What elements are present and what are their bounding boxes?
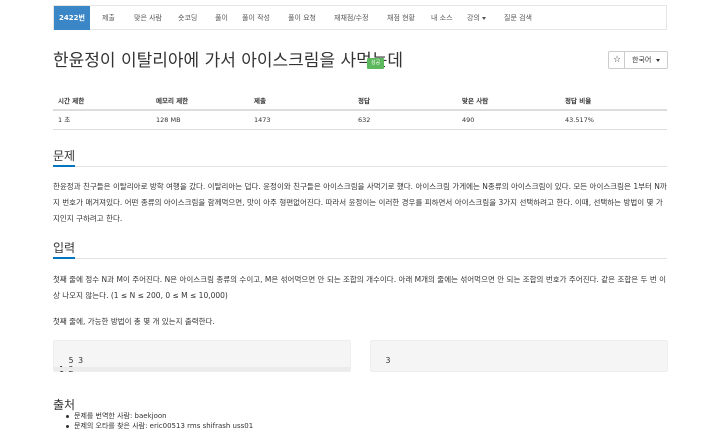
table-row: 1 초 128 MB 1473 632 490 43.517% bbox=[53, 111, 667, 130]
nav-write-solution[interactable]: 풀이 작성 bbox=[242, 6, 270, 30]
sample-output-text: 3 bbox=[385, 356, 391, 365]
nav-request-solution[interactable]: 풀이 요청 bbox=[288, 6, 316, 30]
submissions-value: 1473 bbox=[254, 116, 271, 124]
section-divider bbox=[53, 166, 667, 167]
nav-short-coding[interactable]: 숏코딩 bbox=[178, 6, 197, 30]
problem-nav: 2422번 제출 맞은 사람 숏코딩 풀이 풀이 작성 풀이 요청 재채점/수정… bbox=[53, 5, 667, 30]
table-header: 시간 제한 메모리 제한 제출 정답 맞은 사람 정답 비율 bbox=[53, 92, 667, 111]
header-accept-ratio: 정답 비율 bbox=[565, 97, 592, 105]
nav-lectures-label: 강의 bbox=[467, 14, 480, 22]
header-solved-users: 맞은 사람 bbox=[462, 97, 489, 105]
horizontal-scrollbar[interactable] bbox=[54, 367, 350, 371]
sample-input-box[interactable]: 5 3 1 2 bbox=[53, 340, 351, 374]
caret-down-icon bbox=[481, 16, 486, 20]
section-divider bbox=[53, 258, 667, 259]
memory-limit-value: 128 MB bbox=[156, 116, 181, 124]
nav-question-search[interactable]: 질문 검색 bbox=[504, 6, 532, 30]
solved-users-value: 490 bbox=[462, 116, 475, 124]
input-heading: 입력 bbox=[53, 241, 76, 255]
star-icon: ☆ bbox=[612, 55, 622, 65]
sample-output-box[interactable]: 3 bbox=[370, 340, 668, 372]
nav-rejudge[interactable]: 재채점/수정 bbox=[334, 6, 369, 30]
problem-description: 한윤정과 친구들은 이탈리아로 방학 여행을 갔다. 이탈리아는 덥다. 윤정이… bbox=[53, 182, 667, 223]
nav-problem-number[interactable]: 2422번 bbox=[54, 6, 90, 30]
source-list: 문제를 번역한 사람: baekjoon 문제의 오타를 찾은 사람: eric… bbox=[64, 411, 253, 431]
header-time-limit: 시간 제한 bbox=[58, 97, 85, 105]
sample-input-text: 5 3 1 2 bbox=[59, 356, 84, 374]
section-accent-bar bbox=[53, 257, 75, 259]
nav-status[interactable]: 채점 현황 bbox=[387, 6, 415, 30]
list-item: 문제를 번역한 사람: baekjoon bbox=[64, 411, 253, 421]
nav-lectures-dropdown[interactable]: 강의 bbox=[467, 6, 486, 30]
problem-info-table: 시간 제한 메모리 제한 제출 정답 맞은 사람 정답 비율 1 초 128 M… bbox=[53, 92, 667, 130]
language-label: 한국어 bbox=[632, 56, 652, 64]
header-submissions: 제출 bbox=[254, 97, 266, 105]
status-badge: 성공 bbox=[367, 58, 385, 69]
time-limit-value: 1 초 bbox=[58, 116, 71, 124]
title-row: 한윤정이 이탈리아에 가서 아이스크림을 사먹는데 성공 bbox=[53, 48, 403, 74]
list-item: 문제의 오타를 찾은 사람: eric00513 rms shifrash us… bbox=[64, 421, 253, 431]
caret-down-icon bbox=[655, 58, 660, 62]
nav-submit[interactable]: 제출 bbox=[102, 6, 115, 30]
problem-heading: 문제 bbox=[53, 149, 76, 163]
accepted-value: 632 bbox=[358, 116, 371, 124]
page-title: 한윤정이 이탈리아에 가서 아이스크림을 사먹는데 bbox=[53, 51, 404, 71]
output-description: 첫째 줄에, 가능한 방법이 총 몇 개 있는지 출력한다. bbox=[53, 317, 215, 326]
nav-solutions[interactable]: 풀이 bbox=[215, 6, 228, 30]
header-accepted: 정답 bbox=[358, 97, 370, 105]
section-accent-bar bbox=[53, 165, 75, 167]
header-memory-limit: 메모리 제한 bbox=[156, 97, 189, 105]
input-description: 첫째 줄에 정수 N과 M이 주어진다. N은 아이스크림 종류의 수이고, M… bbox=[53, 275, 667, 300]
nav-solved-users[interactable]: 맞은 사람 bbox=[134, 6, 162, 30]
language-dropdown[interactable]: 한국어 bbox=[624, 51, 668, 69]
nav-my-source[interactable]: 내 소스 bbox=[431, 6, 453, 30]
accept-ratio-value: 43.517% bbox=[565, 116, 594, 124]
